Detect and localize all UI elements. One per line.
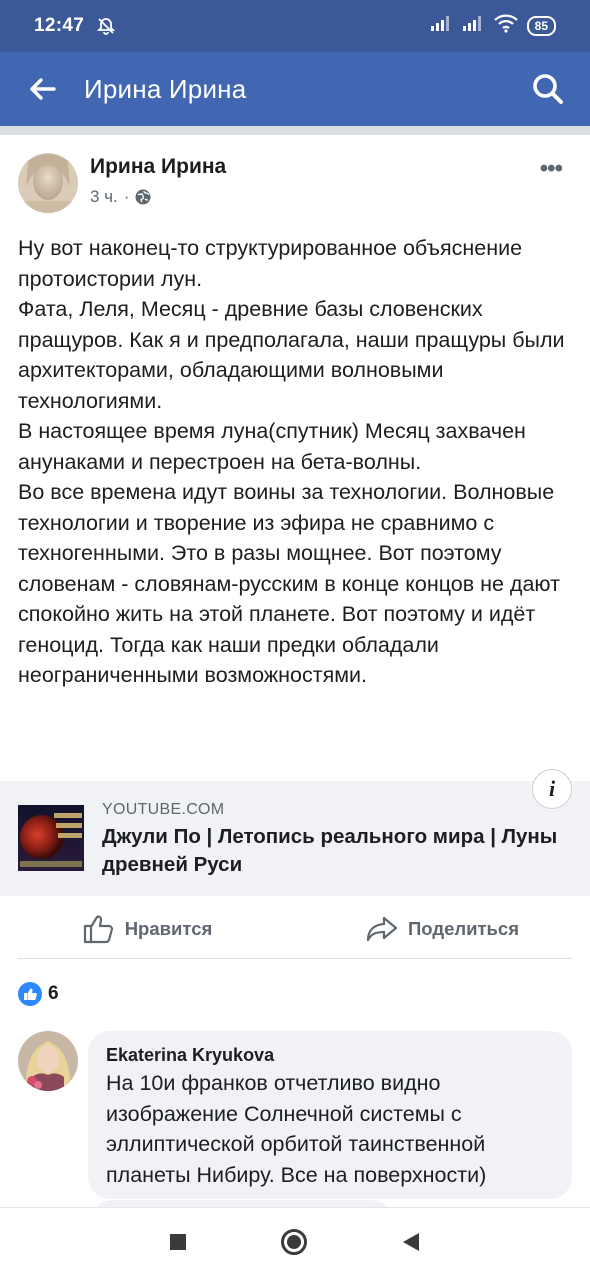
post-paragraph: В настоящее время луна(спутник) Месяц за… xyxy=(18,419,526,474)
share-icon xyxy=(366,916,398,942)
home-icon[interactable] xyxy=(280,1228,308,1261)
comment-bubble[interactable]: Ekaterina Kryukova На 10и франков отчетл… xyxy=(88,1031,572,1199)
link-domain: YOUTUBE.COM xyxy=(102,801,225,818)
signal-icon xyxy=(461,14,485,38)
comment-author[interactable]: Ekaterina Kryukova xyxy=(106,1045,554,1066)
post-text: Ну вот наконец-то структурированное объя… xyxy=(18,233,578,691)
wifi-icon xyxy=(493,13,519,39)
post-meta: 3 ч. · xyxy=(90,187,151,207)
battery-icon: 85 xyxy=(526,16,556,36)
post-paragraph: Во все времена идут воины за технологии.… xyxy=(18,480,560,687)
search-button[interactable] xyxy=(506,52,590,126)
back-triangle-icon[interactable] xyxy=(400,1231,422,1258)
globe-icon xyxy=(135,189,151,205)
status-bar: 12:47 85 xyxy=(0,0,590,52)
back-button[interactable] xyxy=(0,52,84,126)
post: Ирина Ирина 3 ч. · ••• Ну вот наконец-то… xyxy=(0,135,590,1199)
post-paragraph: Фата, Леля, Месяц - древние базы словенс… xyxy=(18,297,565,413)
share-button[interactable]: Поделиться xyxy=(295,898,590,960)
status-time: 12:47 xyxy=(34,15,85,36)
mute-icon xyxy=(96,16,116,36)
reactions-summary[interactable]: 6 xyxy=(18,982,59,1006)
thumbs-up-icon xyxy=(83,915,113,944)
like-reaction-icon xyxy=(18,982,42,1006)
post-actions: Нравится Поделиться xyxy=(0,898,590,960)
avatar[interactable] xyxy=(18,153,78,213)
comment-text: На 10и франков отчетливо видно изображен… xyxy=(106,1071,487,1187)
more-horizontal-icon[interactable]: ••• xyxy=(540,155,563,183)
reaction-count: 6 xyxy=(48,983,59,1004)
link-title[interactable]: Джули По | Летопись реального мира | Лун… xyxy=(102,823,572,879)
meta-separator: · xyxy=(123,187,130,206)
recent-apps-icon[interactable] xyxy=(168,1232,188,1257)
signal-icon xyxy=(429,14,453,38)
post-paragraph: Ну вот наконец-то структурированное объя… xyxy=(18,236,523,291)
avatar[interactable] xyxy=(18,1031,78,1091)
arrow-left-icon xyxy=(30,78,56,100)
search-icon xyxy=(533,74,563,104)
share-label: Поделиться xyxy=(407,918,520,939)
link-thumbnail xyxy=(18,805,84,871)
post-author[interactable]: Ирина Ирина xyxy=(90,155,226,179)
page-title: Ирина Ирина xyxy=(84,73,247,104)
post-time[interactable]: 3 ч. xyxy=(90,187,118,207)
info-icon[interactable]: i xyxy=(532,769,572,809)
app-bar: Ирина Ирина xyxy=(0,52,590,126)
system-nav-bar xyxy=(0,1207,590,1280)
section-separator xyxy=(0,126,590,135)
divider xyxy=(18,958,572,959)
like-button[interactable]: Нравится xyxy=(0,898,295,960)
post-header: Ирина Ирина 3 ч. · ••• xyxy=(0,135,590,227)
like-label: Нравится xyxy=(124,918,213,939)
link-preview[interactable]: YOUTUBE.COM Джули По | Летопись реальног… xyxy=(0,769,590,896)
